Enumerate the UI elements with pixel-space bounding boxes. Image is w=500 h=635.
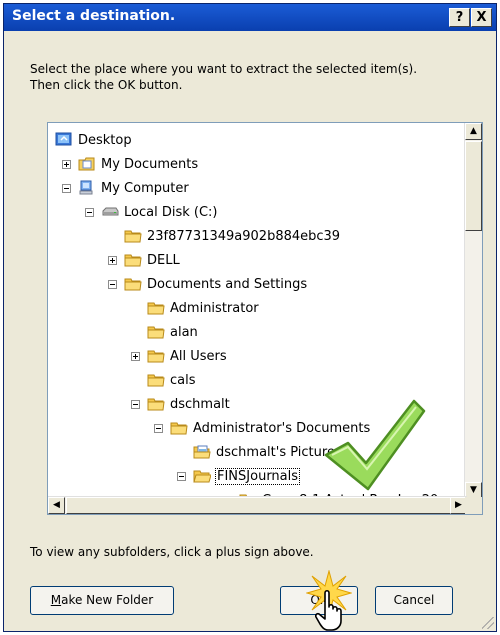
instruction-text: Select the place where you want to extra… <box>30 61 480 93</box>
hint-text: To view any subfolders, click a plus sig… <box>30 545 314 559</box>
make-new-folder-button[interactable]: Make New Folder <box>30 586 174 615</box>
tree-item-all-users[interactable]: All Users <box>48 344 458 368</box>
tree-item-label: Documents and Settings <box>147 276 308 292</box>
button-label: ake New Folder <box>61 593 154 607</box>
resize-grip[interactable] <box>482 617 494 629</box>
horizontal-scrollbar[interactable]: ◀ ▶ <box>48 496 467 514</box>
collapse-minus-icon[interactable] <box>154 424 163 433</box>
dialog-title: Select a destination. <box>12 8 176 24</box>
tree-item-desktop[interactable]: Desktop <box>48 128 458 152</box>
folder-icon <box>147 398 165 411</box>
collapse-minus-icon[interactable] <box>131 400 140 409</box>
tree-item-local-disk[interactable]: Local Disk (C:) <box>48 200 458 224</box>
hand-cursor-icon <box>315 589 342 631</box>
instruction-line-2: Then click the OK button. <box>30 78 183 92</box>
pictures-folder-icon <box>193 445 211 459</box>
tree-item-label: DELL <box>147 252 180 268</box>
tree-item-label: All Users <box>170 348 227 364</box>
tree-item-23f87731349a902b884ebc39[interactable]: 23f87731349a902b884ebc39 <box>48 224 458 248</box>
tree-item-dell[interactable]: DELL <box>48 248 458 272</box>
desktop-icon <box>55 132 72 146</box>
mnemonic-letter: M <box>50 593 62 607</box>
tree-item-cals[interactable]: cals <box>48 368 458 392</box>
annotation-checkmark-icon <box>324 399 426 491</box>
tree-item-label: My Documents <box>101 156 199 172</box>
folder-icon <box>124 254 142 267</box>
tree-item-label: alan <box>170 324 198 340</box>
scrollbar-corner <box>465 497 482 514</box>
collapse-minus-icon[interactable] <box>62 184 71 193</box>
open-folder-icon <box>193 470 211 483</box>
tree-item-label: cals <box>170 372 196 388</box>
disk-drive-icon <box>102 207 119 216</box>
my-documents-icon <box>78 157 95 171</box>
tree-item-alan[interactable]: alan <box>48 320 458 344</box>
tree-item-label: FINSJournals <box>215 467 301 485</box>
folder-icon <box>124 230 142 243</box>
tree-item-label: My Computer <box>101 180 189 196</box>
select-destination-dialog: Select a destination. ? X Select the pla… <box>3 3 497 632</box>
cancel-button[interactable]: Cancel <box>375 586 453 615</box>
expand-plus-icon[interactable] <box>62 160 71 169</box>
tree-item-my-documents[interactable]: My Documents <box>48 152 458 176</box>
tree-item-label: Local Disk (C:) <box>124 204 218 220</box>
tree-item-label: 23f87731349a902b884ebc39 <box>147 228 341 244</box>
tree-item-administrator[interactable]: Administrator <box>48 296 458 320</box>
vertical-scroll-thumb[interactable] <box>465 141 482 231</box>
folder-icon <box>147 374 165 387</box>
expand-plus-icon[interactable] <box>131 352 140 361</box>
vertical-scrollbar[interactable]: ▲ ▼ <box>464 123 482 499</box>
collapse-minus-icon[interactable] <box>85 208 94 217</box>
title-bar[interactable]: Select a destination. ? X <box>4 4 496 31</box>
collapse-minus-icon[interactable] <box>108 280 117 289</box>
folder-tree[interactable]: Desktop My Documents My Computer Local D… <box>47 122 483 515</box>
tree-item-documents-and-settings[interactable]: Documents and Settings <box>48 272 458 296</box>
collapse-minus-icon[interactable] <box>177 472 186 481</box>
folder-icon <box>147 350 165 363</box>
tree-item-label: Desktop <box>78 132 132 148</box>
scroll-up-button[interactable]: ▲ <box>465 123 482 140</box>
folder-icon <box>147 302 165 315</box>
instruction-line-1: Select the place where you want to extra… <box>30 62 418 76</box>
tree-item-label: Administrator <box>170 300 259 316</box>
folder-icon <box>147 326 165 339</box>
my-computer-icon <box>79 180 93 195</box>
help-button[interactable]: ? <box>449 8 470 27</box>
close-button[interactable]: X <box>471 8 492 27</box>
expand-plus-icon[interactable] <box>108 256 117 265</box>
tree-item-label: dschmalt <box>170 396 230 412</box>
scroll-left-button[interactable]: ◀ <box>48 497 65 514</box>
folder-icon <box>124 278 142 291</box>
horizontal-scroll-thumb[interactable] <box>66 497 451 514</box>
folder-icon <box>170 422 188 435</box>
tree-item-my-computer[interactable]: My Computer <box>48 176 458 200</box>
